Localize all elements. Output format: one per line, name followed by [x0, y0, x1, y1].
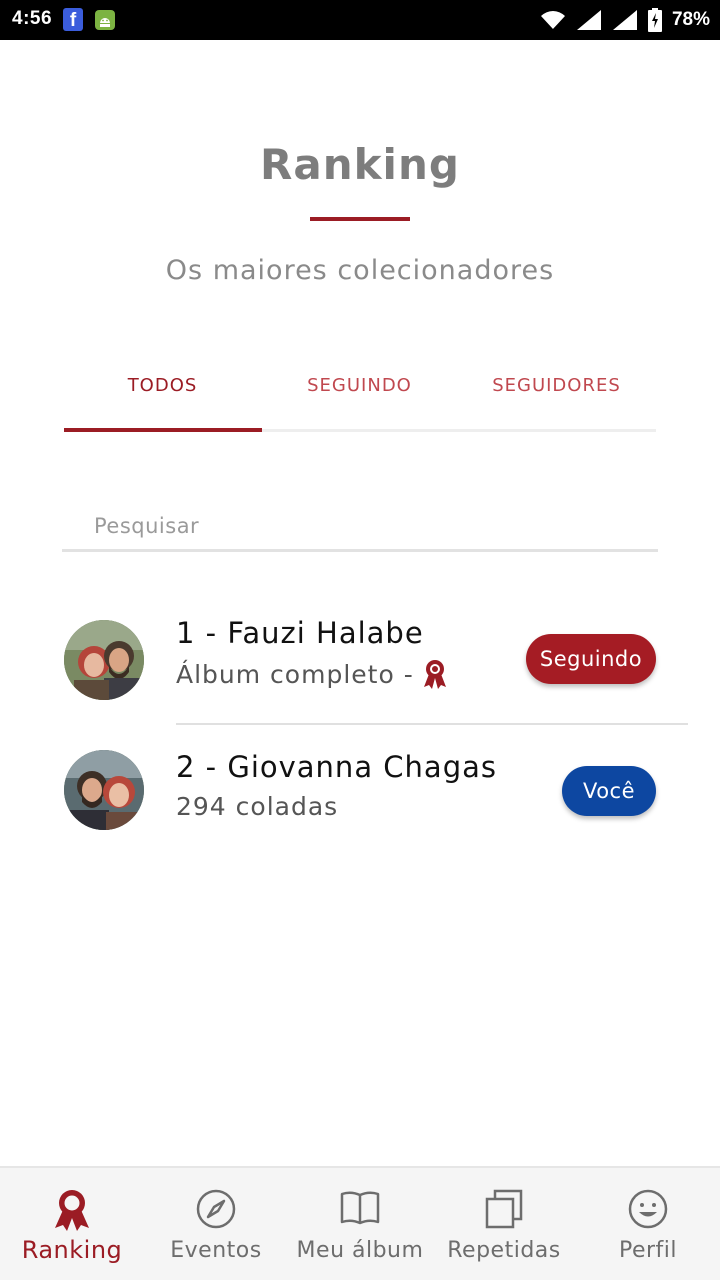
nav-eventos[interactable]: Eventos	[144, 1168, 288, 1280]
wifi-icon	[540, 11, 565, 29]
compass-icon	[196, 1189, 236, 1229]
status-bar: 4:56 f 78%	[0, 0, 720, 40]
android-notification-icon	[95, 10, 115, 30]
book-icon	[340, 1191, 380, 1225]
nav-label: Meu álbum	[296, 1238, 424, 1263]
bottom-navigation: Ranking Eventos Meu álbum Repetidas Perf…	[0, 1166, 720, 1280]
collector-status: Álbum completo -	[176, 658, 448, 690]
nav-ranking[interactable]: Ranking	[0, 1168, 144, 1280]
collector-subtitle: 294 coladas	[176, 792, 339, 821]
you-button[interactable]: Você	[562, 766, 656, 816]
facebook-notification-icon: f	[63, 8, 83, 31]
collector-name: 2 - Giovanna Chagas	[176, 750, 497, 784]
nav-label: Ranking	[21, 1236, 123, 1264]
avatar[interactable]	[64, 750, 144, 830]
ranking-row[interactable]: 1 - Fauzi Halabe Álbum completo - Seguin…	[0, 610, 720, 710]
signal-icon	[576, 10, 601, 30]
award-icon	[55, 1190, 89, 1231]
tab-seguindo[interactable]: SEGUINDO	[261, 360, 458, 432]
title-underline	[310, 217, 410, 221]
ribbon-award-icon	[423, 660, 446, 689]
nav-repetidas[interactable]: Repetidas	[432, 1168, 576, 1280]
collector-subtitle: Álbum completo -	[176, 659, 414, 689]
search-field	[62, 504, 658, 552]
battery-icon	[647, 8, 662, 32]
search-input[interactable]	[94, 504, 654, 548]
nav-meu-album[interactable]: Meu álbum	[288, 1168, 432, 1280]
avatar[interactable]	[64, 620, 144, 700]
page-subtitle: Os maiores colecionadores	[165, 255, 555, 286]
ranking-tabs: TODOS SEGUINDO SEGUIDORES	[64, 360, 656, 432]
page-title: Ranking	[260, 140, 460, 189]
copy-icon	[485, 1189, 523, 1229]
list-divider	[176, 723, 688, 725]
tab-todos[interactable]: TODOS	[64, 360, 261, 432]
nav-label: Repetidas	[447, 1238, 561, 1263]
collector-status: 294 coladas	[176, 792, 338, 821]
following-button[interactable]: Seguindo	[526, 634, 656, 684]
search-underline	[62, 549, 658, 552]
ranking-row[interactable]: 2 - Giovanna Chagas 294 coladas Você	[0, 740, 720, 840]
active-tab-indicator	[64, 428, 262, 432]
nav-perfil[interactable]: Perfil	[576, 1168, 720, 1280]
nav-label: Perfil	[618, 1238, 678, 1263]
collector-name: 1 - Fauzi Halabe	[176, 616, 424, 650]
smiley-icon	[628, 1189, 668, 1229]
nav-label: Eventos	[170, 1238, 262, 1263]
tab-seguidores[interactable]: SEGUIDORES	[458, 360, 655, 432]
status-time: 4:56	[12, 8, 53, 29]
signal-icon-2	[612, 10, 637, 30]
battery-percentage: 78%	[671, 9, 710, 30]
